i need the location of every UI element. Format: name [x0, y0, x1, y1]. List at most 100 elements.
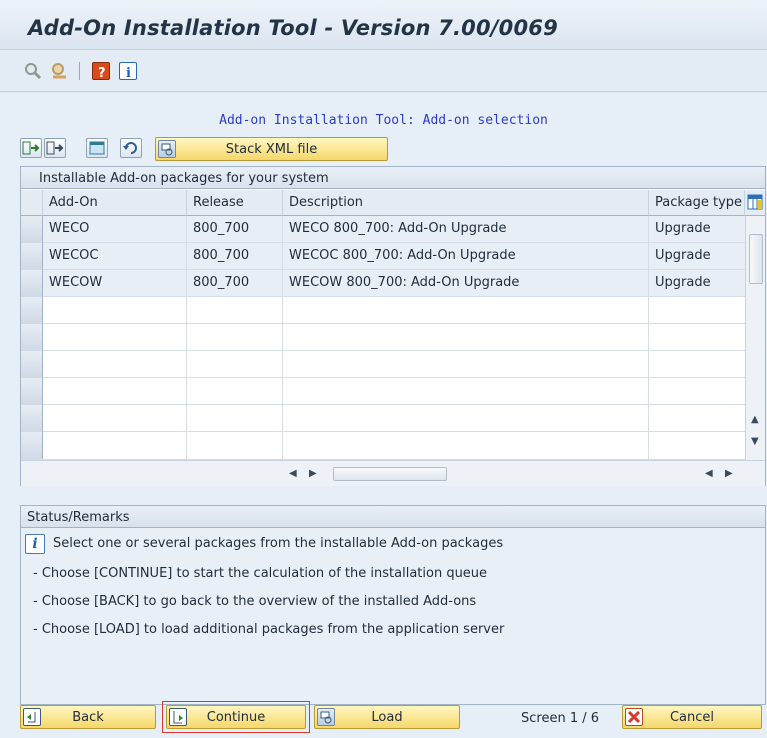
row-selector[interactable] — [21, 405, 43, 432]
status-line: - Choose [CONTINUE] to start the calcula… — [33, 566, 488, 581]
window-title: Add-On Installation Tool - Version 7.00/… — [28, 16, 558, 40]
row-selector[interactable] — [21, 270, 43, 297]
row-selector[interactable] — [21, 324, 43, 351]
find-next-icon[interactable] — [50, 62, 68, 80]
find-icon[interactable] — [24, 62, 42, 80]
column-header-description[interactable]: Description — [283, 190, 649, 216]
empty-cell — [187, 378, 283, 405]
cell-addon: WECO — [43, 216, 187, 243]
back-button[interactable]: Back — [20, 705, 156, 729]
horizontal-scroll-thumb[interactable] — [333, 467, 447, 481]
horizontal-scrollbar[interactable]: ◀ ▶ ◀ ▶ — [21, 460, 765, 486]
stack-xml-button[interactable]: Stack XML file — [155, 137, 388, 161]
empty-table-row[interactable] — [21, 378, 745, 405]
cell-release: 800_700 — [187, 270, 283, 297]
scroll-up-icon[interactable]: ▲ — [751, 414, 759, 425]
row-selector[interactable] — [21, 216, 43, 243]
column-header-addon[interactable]: Add-On — [43, 190, 187, 216]
page-heading: Add-on Installation Tool: Add-on selecti… — [219, 113, 548, 128]
cell-addon: WECOW — [43, 270, 187, 297]
cell-package-type: Upgrade — [655, 221, 711, 236]
cell-package-type: Upgrade — [655, 248, 711, 263]
empty-cell — [283, 297, 649, 324]
cell-description: WECO 800_700: Add-On Upgrade — [283, 216, 649, 243]
empty-cell — [187, 324, 283, 351]
status-line: - Choose [BACK] to go back to the overvi… — [33, 594, 477, 609]
empty-cell — [283, 405, 649, 432]
row-selector[interactable] — [21, 297, 43, 324]
scroll-right-icon[interactable]: ▶ — [309, 468, 317, 479]
svg-text:?: ? — [98, 66, 106, 81]
empty-cell — [187, 432, 283, 459]
table-row[interactable]: WECOW 800_700 WECOW 800_700: Add-On Upgr… — [21, 270, 745, 297]
refresh-icon[interactable] — [120, 138, 142, 158]
deselect-all-icon[interactable] — [44, 138, 66, 158]
application-toolbar: ? i — [0, 50, 767, 92]
help-icon[interactable]: ? — [92, 62, 110, 81]
column-header-release[interactable]: Release — [187, 190, 283, 216]
empty-cell — [43, 378, 187, 405]
main-content: Add-on Installation Tool: Add-on selecti… — [0, 93, 767, 738]
row-selector-header[interactable] — [21, 190, 43, 216]
empty-table-row[interactable] — [21, 351, 745, 378]
empty-cell — [43, 297, 187, 324]
scroll-right-icon[interactable]: ▶ — [725, 468, 733, 479]
status-remarks-panel: Status/Remarks i Select one or several p… — [20, 505, 766, 705]
scroll-left-icon[interactable]: ◀ — [705, 468, 713, 479]
empty-cell — [43, 351, 187, 378]
empty-cell — [283, 378, 649, 405]
empty-table-row[interactable] — [21, 405, 745, 432]
toolbar-separator — [79, 62, 80, 80]
empty-cell — [187, 297, 283, 324]
cell-addon: WECOC — [43, 243, 187, 270]
cancel-button[interactable]: Cancel — [622, 705, 762, 729]
table-row[interactable]: WECO 800_700 WECO 800_700: Add-On Upgrad… — [21, 216, 745, 243]
details-icon[interactable] — [86, 138, 108, 158]
empty-cell — [43, 405, 187, 432]
vertical-scroll-thumb[interactable] — [749, 234, 763, 284]
load-label: Load — [371, 710, 403, 725]
column-header-package-type[interactable]: Package type — [649, 190, 745, 216]
info-icon[interactable]: i — [119, 62, 137, 81]
vertical-scrollbar[interactable]: ▲ ▼ — [745, 216, 765, 460]
row-selector[interactable] — [21, 351, 43, 378]
cell-description: WECOC 800_700: Add-On Upgrade — [283, 243, 649, 270]
cell-release: 800_700 — [187, 216, 283, 243]
info-icon: i — [25, 534, 45, 554]
table-row[interactable]: WECOC 800_700 WECOC 800_700: Add-On Upgr… — [21, 243, 745, 270]
cancel-label: Cancel — [669, 710, 715, 725]
empty-cell — [43, 432, 187, 459]
empty-cell — [283, 351, 649, 378]
scroll-left-icon[interactable]: ◀ — [289, 468, 297, 479]
screen-indicator: Screen 1 / 6 — [521, 711, 600, 726]
column-settings-icon[interactable] — [745, 190, 765, 216]
select-all-icon[interactable] — [20, 138, 42, 158]
scroll-down-icon[interactable]: ▼ — [751, 436, 759, 447]
continue-button[interactable]: Continue — [166, 705, 306, 729]
stack-xml-label: Stack XML file — [225, 142, 318, 157]
empty-cell — [187, 351, 283, 378]
load-button[interactable]: Load — [314, 705, 460, 729]
cell-description: WECOW 800_700: Add-On Upgrade — [283, 270, 649, 297]
addon-packages-table: Installable Add-on packages for your sys… — [20, 166, 766, 486]
empty-cell — [283, 324, 649, 351]
status-line: Select one or several packages from the … — [53, 536, 504, 551]
cell-package-type: Upgrade — [655, 275, 711, 290]
svg-text:i: i — [126, 66, 131, 81]
row-selector[interactable] — [21, 432, 43, 459]
row-selector[interactable] — [21, 243, 43, 270]
empty-cell — [283, 432, 649, 459]
empty-table-row[interactable] — [21, 324, 745, 351]
status-line: - Choose [LOAD] to load additional packa… — [33, 622, 505, 637]
empty-table-row[interactable] — [21, 297, 745, 324]
empty-table-row[interactable] — [21, 432, 745, 460]
row-selector[interactable] — [21, 378, 43, 405]
title-bar: Add-On Installation Tool - Version 7.00/… — [0, 0, 767, 50]
continue-label: Continue — [206, 710, 266, 725]
status-title: Status/Remarks — [21, 506, 765, 528]
table-title: Installable Add-on packages for your sys… — [21, 167, 765, 189]
back-label: Back — [72, 710, 104, 725]
footer-bar: Back Continue Load Screen 1 / 6 Cancel — [0, 697, 767, 738]
empty-cell — [187, 405, 283, 432]
empty-cell — [43, 324, 187, 351]
